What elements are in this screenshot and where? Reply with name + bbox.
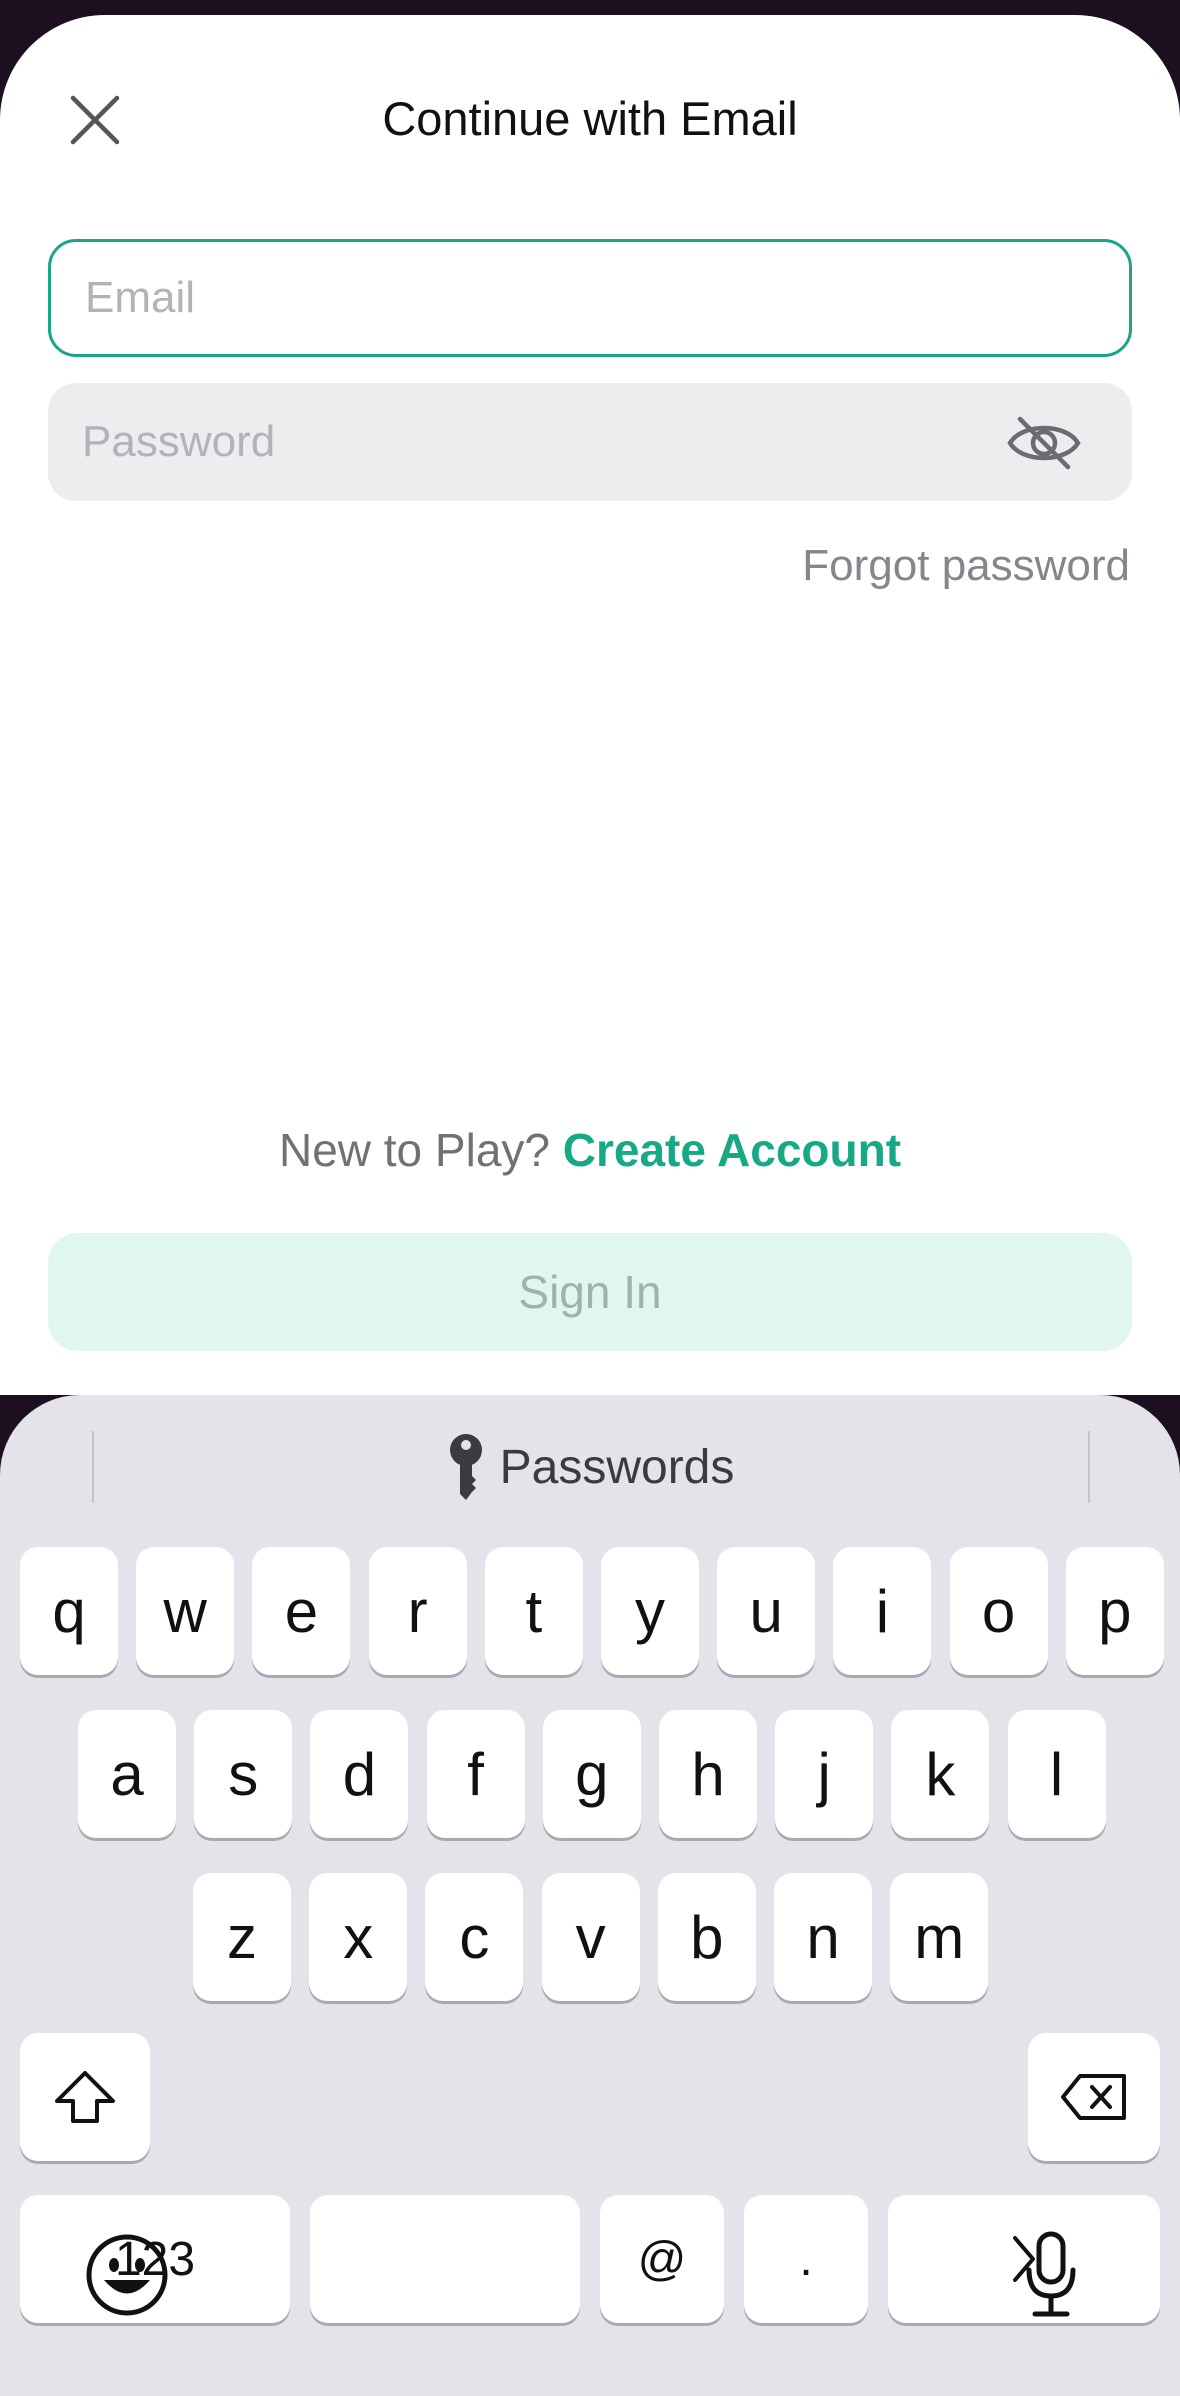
password-input[interactable]: Password	[48, 383, 1132, 501]
key-t[interactable]: t	[484, 1547, 583, 1675]
sign-in-button[interactable]: Sign In	[48, 1233, 1132, 1351]
key-z[interactable]: z	[193, 1873, 291, 2001]
key-c[interactable]: c	[425, 1873, 524, 2001]
key-x[interactable]: x	[309, 1873, 408, 2001]
emoji-button[interactable]	[77, 2225, 177, 2325]
key-r[interactable]: r	[368, 1547, 467, 1675]
key-h[interactable]: h	[659, 1710, 757, 1838]
create-account-link[interactable]: Create Account	[563, 1124, 901, 1176]
page-title: Continue with Email	[382, 92, 798, 145]
key-p[interactable]: p	[1065, 1547, 1164, 1675]
key-e[interactable]: e	[252, 1547, 351, 1675]
key-q[interactable]: q	[20, 1547, 118, 1675]
key-a[interactable]: a	[78, 1710, 176, 1838]
on-screen-keyboard: Passwords qwertyuiop asdfghjkl zxcvbnm 1…	[0, 1395, 1180, 2396]
key-f[interactable]: f	[426, 1710, 525, 1838]
key-g[interactable]: g	[542, 1710, 641, 1838]
dictation-button[interactable]	[1001, 2225, 1101, 2325]
shift-icon	[55, 2071, 115, 2123]
key-s[interactable]: s	[194, 1710, 293, 1838]
shift-key[interactable]	[20, 2033, 150, 2161]
space-key[interactable]	[310, 2195, 580, 2323]
key-n[interactable]: n	[774, 1873, 872, 2001]
sign-in-sheet: Continue with Email Email Password Forgo…	[0, 15, 1180, 1395]
key-k[interactable]: k	[891, 1710, 990, 1838]
toggle-password-visibility-button[interactable]	[1004, 413, 1084, 473]
key-y[interactable]: y	[601, 1547, 699, 1675]
forgot-password-link[interactable]: Forgot password	[802, 541, 1130, 591]
key-l[interactable]: l	[1007, 1710, 1106, 1838]
key-o[interactable]: o	[949, 1547, 1048, 1675]
email-placeholder: Email	[85, 273, 196, 322]
dot-key[interactable]: .	[744, 2195, 868, 2323]
key-b[interactable]: b	[657, 1873, 756, 2001]
key-v[interactable]: v	[541, 1873, 640, 2001]
create-account-line: New to Play? Create Account	[0, 1123, 1180, 1177]
eye-off-icon	[1007, 416, 1081, 470]
key-w[interactable]: w	[136, 1547, 235, 1675]
key-m[interactable]: m	[890, 1873, 989, 2001]
key-icon	[449, 1434, 482, 1500]
delete-key[interactable]	[1028, 2033, 1160, 2161]
emoji-icon	[86, 2234, 168, 2316]
key-d[interactable]: d	[310, 1710, 409, 1838]
key-i[interactable]: i	[833, 1547, 932, 1675]
backspace-icon	[1061, 2074, 1126, 2120]
new-user-prompt: New to Play?	[278, 1124, 550, 1176]
key-u[interactable]: u	[717, 1547, 816, 1675]
key-j[interactable]: j	[775, 1710, 874, 1838]
passwords-suggestion[interactable]: Passwords	[0, 1427, 1180, 1507]
email-input[interactable]: Email	[48, 239, 1132, 357]
passwords-label: Passwords	[499, 1440, 735, 1494]
at-key[interactable]: @	[600, 2195, 724, 2323]
microphone-icon	[1026, 2231, 1076, 2317]
password-placeholder: Password	[82, 417, 276, 466]
